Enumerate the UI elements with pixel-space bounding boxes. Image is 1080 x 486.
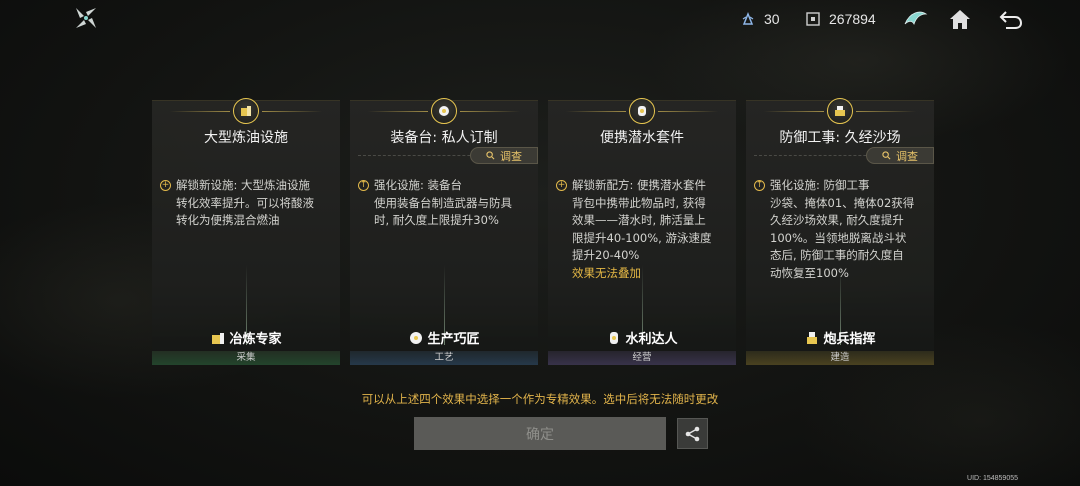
talent-label: 生产巧匠	[350, 328, 538, 347]
box-currency-icon	[806, 12, 820, 26]
currency-value: 267894	[829, 11, 876, 27]
card-divider	[566, 111, 626, 112]
plus-bullet-icon: +	[556, 180, 567, 191]
card-description: ↑ 强化设施: 装备台 使用装备台制造武器与防具 时, 耐久度上限提升30%	[358, 177, 530, 230]
magnifier-icon	[882, 151, 891, 160]
craftsman-icon	[410, 331, 423, 344]
desc-line: 使用装备台制造武器与防具	[374, 195, 512, 210]
share-button[interactable]	[677, 418, 708, 449]
talent-label: 冶炼专家	[152, 328, 340, 347]
desc-line: 背包中携带此物品时, 获得	[572, 195, 706, 210]
artillery-icon	[807, 331, 818, 344]
card-fortification[interactable]: 防御工事: 久经沙场 调查 ↑ 强化设施: 防御工事 沙袋、掩体01、掩体02获…	[746, 98, 934, 365]
card-title: 装备台: 私人订制	[390, 130, 498, 146]
inspect-button[interactable]: 调查	[470, 147, 538, 164]
category-label: 工艺	[350, 351, 538, 365]
desc-line: 提升20-40%	[572, 248, 640, 262]
talent-name: 水利达人	[625, 332, 678, 347]
desc-line: 效果——潜水时, 肺活量上	[572, 213, 706, 227]
card-title: 便携潜水套件	[600, 130, 684, 146]
card-divider	[368, 111, 428, 112]
talent-name: 生产巧匠	[427, 332, 480, 347]
inspect-label: 调查	[500, 149, 522, 163]
desc-line: 转化效率提升。可以将酸液	[176, 195, 314, 210]
water-expert-icon	[610, 331, 619, 344]
desc-line: 解锁新配方: 便携潜水套件	[572, 178, 707, 192]
card-diving-kit[interactable]: 便携潜水套件 + 解锁新配方: 便携潜水套件 背包中携带此物品时, 获得 效果—…	[548, 98, 736, 365]
card-title: 大型炼油设施	[204, 130, 288, 146]
energy-stat: 30	[740, 11, 780, 27]
desc-line: 时, 耐久度上限提升30%	[374, 213, 499, 227]
plus-bullet-icon: +	[160, 180, 171, 191]
energy-value: 30	[764, 11, 780, 27]
talent-name: 冶炼专家	[229, 332, 282, 347]
return-arrow-icon[interactable]	[998, 6, 1024, 32]
card-title: 防御工事: 久经沙场	[779, 130, 901, 146]
desc-line: 100%。当领地脱离战斗状	[770, 230, 907, 245]
desc-note: 效果无法叠加	[572, 265, 641, 280]
card-divider	[170, 111, 230, 112]
card-description: + 解锁新设施: 大型炼油设施 转化效率提升。可以将酸液 转化为便携混合燃油	[160, 177, 332, 230]
user-id: UID: 154859055	[967, 475, 1018, 482]
inspect-label: 调查	[896, 149, 918, 163]
desc-line: 动恢复至100%	[770, 265, 849, 280]
upgrade-bullet-icon: ↑	[754, 180, 765, 191]
crystal-icon	[742, 11, 754, 25]
currency-stat: 267894	[805, 11, 876, 27]
desc-line: 转化为便携混合燃油	[176, 213, 280, 227]
card-divider	[262, 111, 322, 112]
talent-label: 炮兵指挥	[746, 328, 934, 347]
card-divider	[460, 111, 520, 112]
smelter-icon	[212, 332, 225, 344]
inspect-button[interactable]: 调查	[866, 147, 934, 164]
refinery-medal-icon	[233, 98, 259, 124]
selection-hint: 可以从上述四个效果中选择一个作为专精效果。选中后将无法随时更改	[361, 392, 719, 406]
confirm-button[interactable]: 确定	[414, 417, 666, 450]
card-divider	[764, 111, 824, 112]
fortification-medal-icon	[827, 98, 853, 124]
magnifier-icon	[486, 151, 495, 160]
diving-medal-icon	[629, 98, 655, 124]
category-label: 经营	[548, 351, 736, 365]
category-label: 采集	[152, 351, 340, 365]
desc-line: 限提升40-100%, 游泳速度	[572, 230, 712, 245]
bench-medal-icon	[431, 98, 457, 124]
desc-line: 久经沙场效果, 耐久度提升	[770, 213, 904, 227]
desc-line: 态后, 防御工事的耐久度自	[770, 248, 904, 262]
card-equipment-bench[interactable]: 装备台: 私人订制 调查 ↑ 强化设施: 装备台 使用装备台制造武器与防具 时,…	[350, 98, 538, 365]
star-logo-icon[interactable]	[74, 6, 98, 30]
card-divider	[856, 111, 916, 112]
home-icon[interactable]	[947, 6, 973, 32]
talent-name: 炮兵指挥	[823, 332, 876, 347]
desc-line: 强化设施: 装备台	[374, 178, 463, 192]
upgrade-bullet-icon: ↑	[358, 180, 369, 191]
category-label: 建造	[746, 351, 934, 365]
desc-line: 解锁新设施: 大型炼油设施	[176, 178, 311, 192]
talent-label: 水利达人	[548, 328, 736, 347]
desc-line: 强化设施: 防御工事	[770, 178, 870, 192]
desc-line: 沙袋、掩体01、掩体02获得	[770, 195, 915, 210]
card-divider	[658, 111, 718, 112]
share-icon	[685, 426, 699, 441]
wing-emblem-icon[interactable]	[902, 6, 928, 32]
card-refinery[interactable]: 大型炼油设施 + 解锁新设施: 大型炼油设施 转化效率提升。可以将酸液 转化为便…	[152, 98, 340, 365]
